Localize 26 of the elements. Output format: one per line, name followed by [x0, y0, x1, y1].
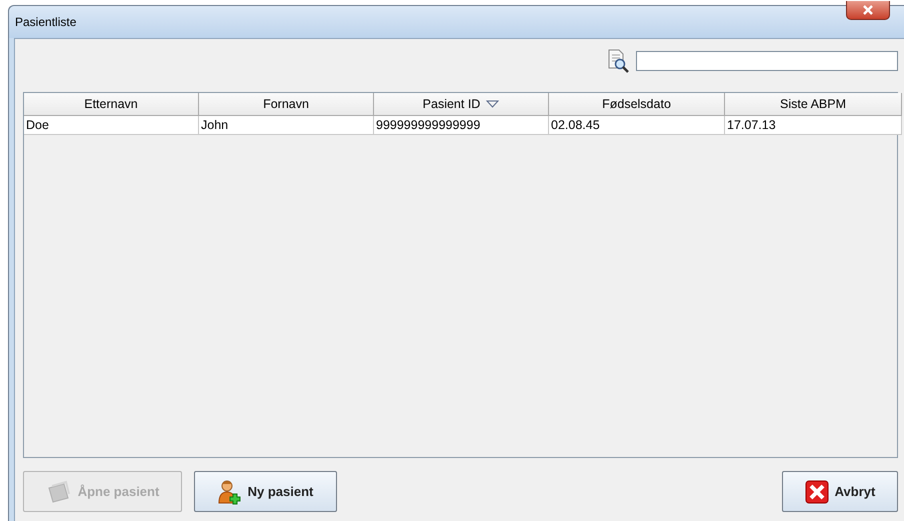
column-header[interactable]: Siste ABPM [725, 93, 902, 116]
table-cell: John [199, 116, 374, 135]
column-label: Siste ABPM [780, 97, 846, 111]
window-title: Pasientliste [15, 15, 76, 29]
person-add-icon [218, 478, 242, 504]
column-label: Pasient ID [422, 97, 480, 111]
cancel-button[interactable]: Avbryt [782, 471, 898, 512]
close-button[interactable] [846, 1, 890, 20]
close-icon [804, 480, 829, 504]
table-cell: 999999999999999 [374, 116, 549, 135]
column-label: Etternavn [84, 97, 138, 111]
column-header[interactable]: Pasient ID [374, 93, 549, 116]
search-field[interactable] [636, 51, 898, 71]
column-header[interactable]: Fornavn [199, 93, 374, 116]
sort-arrow-icon [486, 100, 500, 108]
column-label: Fornavn [263, 97, 309, 111]
close-icon [862, 5, 874, 15]
column-label: Fødselsdato [602, 97, 671, 111]
table-cell: Doe [24, 116, 199, 135]
table-cell: 17.07.13 [725, 116, 902, 135]
column-header[interactable]: Fødselsdato [549, 93, 725, 116]
column-header[interactable]: Etternavn [24, 93, 199, 116]
search-icon [606, 49, 630, 73]
new-patient-button[interactable]: Ny pasient [194, 471, 337, 512]
folder-icon [46, 480, 72, 504]
table-cell: 02.08.45 [549, 116, 725, 135]
